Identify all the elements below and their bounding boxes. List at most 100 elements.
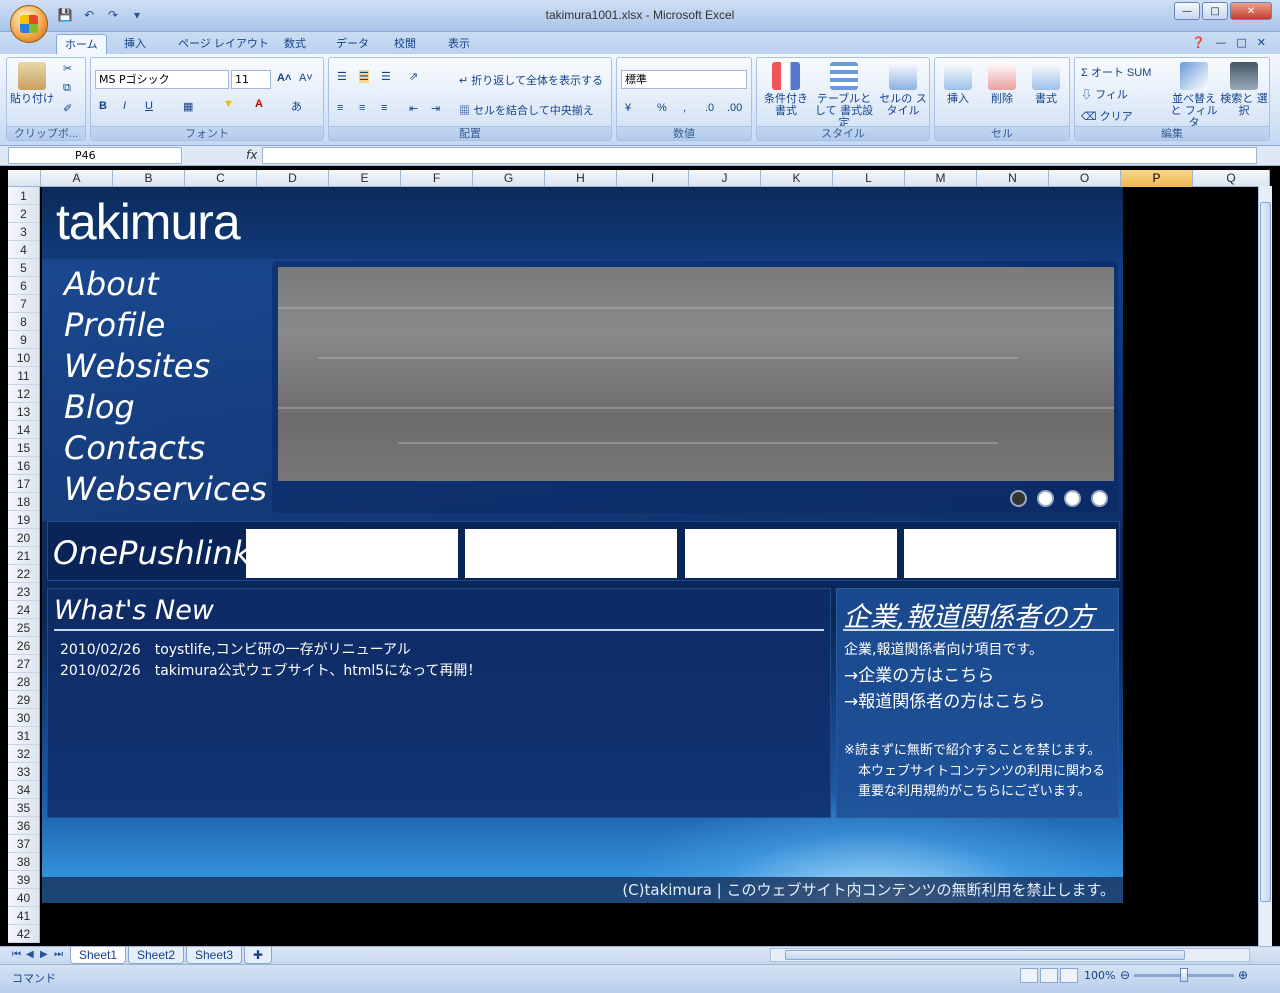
cell-styles-button[interactable]: セルの スタイル — [877, 60, 929, 117]
row-header[interactable]: 28 — [8, 673, 39, 691]
link-box-1[interactable] — [246, 529, 458, 578]
zoom-slider-thumb[interactable] — [1180, 968, 1188, 982]
align-middle-icon[interactable]: ☰ — [359, 70, 369, 83]
nav-websites[interactable]: Websites — [64, 347, 210, 385]
delete-cells-button[interactable]: 削除 — [979, 60, 1025, 105]
column-header[interactable]: B — [113, 170, 185, 187]
page-break-view-button[interactable] — [1060, 968, 1078, 983]
ribbon-minimize-icon[interactable]: — — [1215, 36, 1226, 49]
last-sheet-icon[interactable]: ⏭ — [54, 949, 63, 960]
slider-dot[interactable] — [1064, 490, 1081, 507]
font-color-icon[interactable]: A — [255, 98, 263, 110]
row-header[interactable]: 33 — [8, 763, 39, 781]
news-item[interactable]: 2010/02/26 takimura公式ウェブサイト、html5になって再開！ — [60, 660, 481, 680]
minimize-button[interactable]: — — [1174, 2, 1200, 20]
border-icon[interactable]: ▦ — [183, 100, 193, 113]
row-header[interactable]: 32 — [8, 745, 39, 763]
row-header[interactable]: 7 — [8, 295, 39, 313]
slider-dot[interactable] — [1091, 490, 1108, 507]
insert-cells-button[interactable]: 挿入 — [935, 60, 981, 105]
row-header[interactable]: 9 — [8, 331, 39, 349]
bold-icon[interactable]: B — [99, 100, 107, 112]
row-header[interactable]: 35 — [8, 799, 39, 817]
first-sheet-icon[interactable]: ⏮ — [12, 949, 21, 960]
align-bottom-icon[interactable]: ☰ — [381, 70, 391, 83]
nav-about[interactable]: About — [64, 265, 159, 303]
maximize-button[interactable]: □ — [1202, 2, 1228, 20]
column-header[interactable]: P — [1121, 170, 1193, 187]
grow-font-icon[interactable]: A˄ — [277, 72, 291, 84]
nav-contacts[interactable]: Contacts — [64, 429, 205, 467]
sheet-tab-2[interactable]: Sheet2 — [128, 947, 185, 964]
slider-dot[interactable] — [1037, 490, 1054, 507]
row-header[interactable]: 2 — [8, 205, 39, 223]
autosum-button[interactable]: Σ オート SUM — [1081, 64, 1151, 80]
row-header[interactable]: 38 — [8, 853, 39, 871]
increase-indent-icon[interactable]: ⇥ — [431, 102, 440, 115]
copy-icon[interactable]: ⧉ — [63, 82, 71, 95]
formula-input[interactable] — [262, 147, 1257, 164]
row-header[interactable]: 34 — [8, 781, 39, 799]
row-header[interactable]: 3 — [8, 223, 39, 241]
corporate-link[interactable]: →企業の方はこちら — [844, 661, 994, 686]
row-header[interactable]: 39 — [8, 871, 39, 889]
nav-profile[interactable]: Profile — [64, 306, 165, 344]
news-item[interactable]: 2010/02/26 toystlife,コンビ研の一存がリニューアル — [60, 639, 411, 659]
tab-data[interactable]: データ — [328, 34, 377, 54]
link-box-2[interactable] — [465, 529, 677, 578]
column-header[interactable]: N — [977, 170, 1049, 187]
row-header[interactable]: 29 — [8, 691, 39, 709]
comma-icon[interactable]: , — [683, 102, 686, 114]
format-painter-icon[interactable]: ✐ — [63, 102, 72, 115]
column-header[interactable]: F — [401, 170, 473, 187]
paste-button[interactable]: 貼り付け — [9, 60, 55, 105]
align-top-icon[interactable]: ☰ — [337, 70, 347, 83]
office-button[interactable] — [10, 5, 48, 43]
row-header[interactable]: 30 — [8, 709, 39, 727]
decrease-decimal-icon[interactable]: .00 — [727, 102, 742, 114]
column-header[interactable]: J — [689, 170, 761, 187]
nav-blog[interactable]: Blog — [64, 388, 135, 426]
zoom-out-icon[interactable]: ⊖ — [1120, 968, 1130, 982]
tab-view[interactable]: 表示 — [440, 34, 478, 54]
row-header[interactable]: 19 — [8, 511, 39, 529]
align-right-icon[interactable]: ≡ — [381, 102, 387, 114]
row-header[interactable]: 11 — [8, 367, 39, 385]
row-header[interactable]: 41 — [8, 907, 39, 925]
decrease-indent-icon[interactable]: ⇤ — [409, 102, 418, 115]
format-cells-button[interactable]: 書式 — [1023, 60, 1069, 105]
function-icon[interactable]: fx — [246, 148, 257, 162]
column-header[interactable]: O — [1049, 170, 1121, 187]
clear-button[interactable]: ⌫ クリア — [1081, 108, 1133, 124]
row-header[interactable]: 6 — [8, 277, 39, 295]
italic-icon[interactable]: I — [123, 100, 126, 112]
sort-filter-button[interactable]: 並べ替えと フィルタ — [1169, 60, 1219, 129]
row-header[interactable]: 15 — [8, 439, 39, 457]
row-header[interactable]: 23 — [8, 583, 39, 601]
press-link[interactable]: →報道関係者の方はこちら — [844, 687, 1045, 712]
merge-center-button[interactable]: ▦ セルを結合して中央揃え — [459, 102, 594, 118]
vertical-scroll-thumb[interactable] — [1260, 202, 1271, 902]
row-header[interactable]: 31 — [8, 727, 39, 745]
next-sheet-icon[interactable]: ▶ — [40, 949, 48, 960]
zoom-level[interactable]: 100% — [1084, 969, 1115, 982]
row-header[interactable]: 24 — [8, 601, 39, 619]
sheet-tab-3[interactable]: Sheet3 — [186, 947, 243, 964]
row-header[interactable]: 4 — [8, 241, 39, 259]
column-header[interactable]: G — [473, 170, 545, 187]
row-header[interactable]: 25 — [8, 619, 39, 637]
row-header[interactable]: 1 — [8, 187, 39, 205]
column-header[interactable]: E — [329, 170, 401, 187]
close-button[interactable]: ✕ — [1230, 2, 1272, 20]
row-header[interactable]: 21 — [8, 547, 39, 565]
column-header[interactable]: C — [185, 170, 257, 187]
insert-sheet-button[interactable]: ✚ — [244, 947, 273, 964]
column-header[interactable]: L — [833, 170, 905, 187]
row-header[interactable]: 13 — [8, 403, 39, 421]
tab-review[interactable]: 校閲 — [386, 34, 424, 54]
cut-icon[interactable]: ✂ — [63, 62, 72, 75]
column-header[interactable]: K — [761, 170, 833, 187]
fill-button[interactable]: ⇩ フィル — [1081, 86, 1128, 102]
underline-icon[interactable]: U — [145, 100, 153, 112]
help-icon[interactable]: ❓ — [1192, 36, 1206, 49]
